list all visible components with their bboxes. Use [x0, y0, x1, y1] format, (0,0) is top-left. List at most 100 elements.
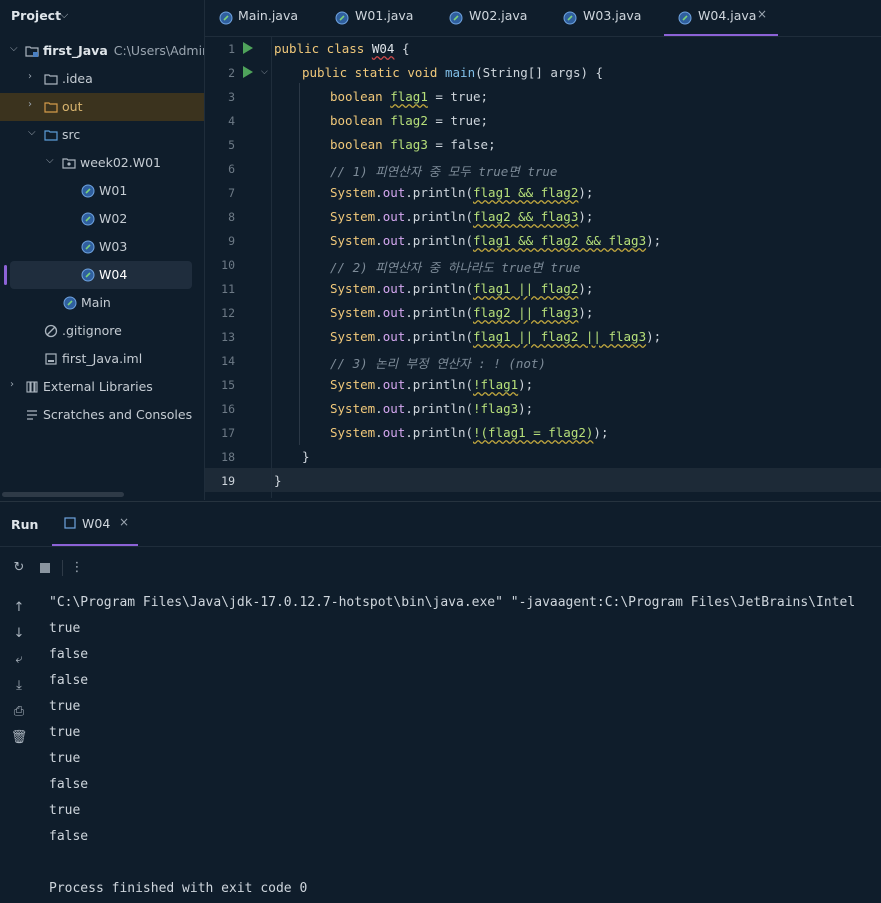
- java-class-icon: [563, 11, 577, 25]
- tree-item-scratches[interactable]: Scratches and Consoles: [0, 401, 204, 429]
- code-line-10[interactable]: // 2) 피연산자 중 하나라도 true면 true: [330, 257, 580, 276]
- folder-icon: [44, 102, 58, 113]
- tree-item-first-java[interactable]: ⌵ first_Java C:\Users\Admin\I: [0, 37, 204, 65]
- soft-wrap-icon[interactable]: ⤶: [10, 651, 28, 669]
- code-line-8[interactable]: System.out.println(flag2 && flag3);: [330, 209, 593, 224]
- tab-w03-java[interactable]: W03.java: [549, 0, 665, 36]
- line-number: 19: [221, 474, 235, 488]
- java-class-icon: [81, 268, 95, 282]
- line-number: 12: [221, 306, 235, 320]
- trash-icon[interactable]: 🗑: [10, 729, 28, 747]
- editor-tabs: Main.java W01.java W02.java W03.java W04…: [205, 0, 881, 37]
- chevron-right-icon[interactable]: ›: [10, 379, 14, 390]
- tab-w04-java[interactable]: W04.java ×: [664, 0, 778, 36]
- tree-item-out[interactable]: › out: [0, 93, 204, 121]
- tree-item-w02[interactable]: W02: [0, 205, 204, 233]
- tab-main-java[interactable]: Main.java: [205, 0, 321, 36]
- run-config-icon: [64, 517, 76, 529]
- chevron-down-icon[interactable]: ⌵: [28, 127, 36, 138]
- java-class-icon: [81, 240, 95, 254]
- code-line-13[interactable]: System.out.println(flag1 || flag2 || fla…: [330, 329, 661, 344]
- code-line-12[interactable]: System.out.println(flag2 || flag3);: [330, 305, 593, 320]
- run-main-icon[interactable]: [243, 66, 253, 78]
- tree-item-w04[interactable]: W04: [10, 261, 192, 289]
- stop-icon[interactable]: [36, 559, 54, 577]
- code-line-14[interactable]: // 3) 논리 부정 연산자 : ! (not): [330, 353, 546, 372]
- tree-item-src[interactable]: ⌵ src: [0, 121, 204, 149]
- line-number: 6: [228, 162, 235, 176]
- close-icon[interactable]: ×: [119, 515, 129, 529]
- code-line-9[interactable]: System.out.println(flag1 && flag2 && fla…: [330, 233, 661, 248]
- scroll-up-icon[interactable]: ↑: [10, 599, 28, 617]
- tree-item-iml[interactable]: first_Java.iml: [0, 345, 204, 373]
- run-panel: Run W04 × ↻ ⋮ ↑ ↓ ⤶ ⤓ ⎙ 🗑 "C:\Program Fi…: [0, 501, 881, 903]
- tree-item-main[interactable]: Main: [0, 289, 204, 317]
- java-class-icon: [219, 11, 233, 25]
- code-line-2[interactable]: public static void main(String[] args) {: [302, 65, 603, 80]
- close-icon[interactable]: ×: [757, 7, 767, 21]
- scratches-icon: [27, 410, 37, 420]
- chevron-down-icon[interactable]: ⌵: [46, 155, 54, 166]
- line-number: 2: [228, 66, 235, 80]
- tree-item-label: first_Java: [43, 43, 108, 58]
- code-line-11[interactable]: System.out.println(flag1 || flag2);: [330, 281, 593, 296]
- tree-item-gitignore[interactable]: .gitignore: [0, 317, 204, 345]
- code-line-5[interactable]: boolean flag3 = false;: [330, 137, 496, 152]
- tree-item-label: src: [62, 127, 81, 142]
- java-class-icon: [678, 11, 692, 25]
- tree-item-w03[interactable]: W03: [0, 233, 204, 261]
- code-line-1[interactable]: public class W04 {: [274, 41, 409, 56]
- chevron-right-icon[interactable]: ›: [28, 99, 32, 110]
- code-line-3[interactable]: boolean flag1 = true;: [330, 89, 488, 104]
- code-line-4[interactable]: boolean flag2 = true;: [330, 113, 488, 128]
- code-line-6[interactable]: // 1) 피연산자 중 모두 true면 true: [330, 161, 557, 180]
- selection-indicator: [4, 265, 7, 285]
- tab-w01-java[interactable]: W01.java: [321, 0, 437, 36]
- scroll-to-end-icon[interactable]: ⤓: [10, 677, 28, 695]
- sidebar-scrollbar[interactable]: [2, 492, 124, 497]
- console-output-line: false: [49, 673, 89, 688]
- code-line-15[interactable]: System.out.println(!flag1);: [330, 377, 533, 392]
- print-icon[interactable]: ⎙: [10, 703, 28, 721]
- tab-w02-java[interactable]: W02.java: [435, 0, 551, 36]
- code-line-19[interactable]: }: [274, 473, 282, 488]
- tab-label: W03.java: [583, 8, 642, 23]
- line-number: 17: [221, 426, 235, 440]
- tree-item-label: Main: [81, 295, 111, 310]
- tree-item-label: W04: [99, 267, 128, 282]
- line-number: 10: [221, 258, 235, 272]
- chevron-right-icon[interactable]: ›: [28, 71, 32, 82]
- line-number: 9: [228, 234, 235, 248]
- line-number: 1: [228, 42, 235, 56]
- tree-item-idea[interactable]: › .idea: [0, 65, 204, 93]
- more-options-icon[interactable]: ⋮: [68, 559, 86, 577]
- line-number: 3: [228, 90, 235, 104]
- line-number: 8: [228, 210, 235, 224]
- code-line-7[interactable]: System.out.println(flag1 && flag2);: [330, 185, 593, 200]
- code-line-17[interactable]: System.out.println(!(flag1 = flag2));: [330, 425, 608, 440]
- tree-item-label: W01: [99, 183, 128, 198]
- code-line-18[interactable]: }: [302, 449, 310, 464]
- project-header[interactable]: Project ⌵: [0, 0, 204, 33]
- project-title[interactable]: Project: [11, 8, 61, 23]
- code-line-16[interactable]: System.out.println(!flag3);: [330, 401, 533, 416]
- tree-item-label: W03: [99, 239, 128, 254]
- line-number: 5: [228, 138, 235, 152]
- scroll-down-icon[interactable]: ↓: [10, 625, 28, 643]
- console-exit-message: Process finished with exit code 0: [49, 881, 308, 896]
- run-panel-title: Run: [11, 517, 39, 532]
- run-tab-w04[interactable]: W04 ×: [52, 502, 138, 546]
- run-class-icon[interactable]: [243, 42, 253, 54]
- tree-item-external-libraries[interactable]: › External Libraries: [0, 373, 204, 401]
- fold-chevron-icon[interactable]: ⌵: [261, 67, 268, 77]
- rerun-icon[interactable]: ↻: [10, 559, 28, 577]
- chevron-down-icon[interactable]: ⌵: [10, 43, 18, 54]
- line-number: 4: [228, 114, 235, 128]
- tree-item-package[interactable]: ⌵ week02.W01: [0, 149, 204, 177]
- tree-item-w01[interactable]: W01: [0, 177, 204, 205]
- tab-label: Main.java: [238, 8, 299, 23]
- tree-item-label: W02: [99, 211, 128, 226]
- chevron-down-icon[interactable]: ⌵: [60, 8, 68, 22]
- line-number: 18: [221, 450, 235, 464]
- console-output-line: true: [49, 621, 81, 636]
